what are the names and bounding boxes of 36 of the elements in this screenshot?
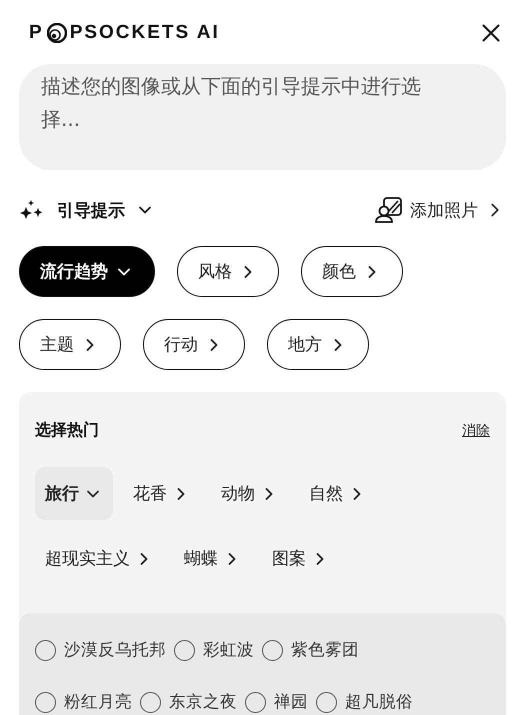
topic-tab[interactable]: 蝴蝶 bbox=[174, 532, 252, 585]
topic-option[interactable]: 粉红月亮 bbox=[35, 681, 132, 715]
topic-option[interactable]: 超凡脱俗 bbox=[316, 681, 413, 715]
category-chip[interactable]: 流行趋势 bbox=[19, 246, 155, 297]
radio-button[interactable] bbox=[316, 692, 337, 712]
topic-tab[interactable]: 花香 bbox=[123, 467, 201, 520]
topic-tab[interactable]: 图案 bbox=[262, 532, 340, 585]
topic-option[interactable]: 彩虹波 bbox=[174, 629, 254, 671]
radio-button[interactable] bbox=[140, 692, 161, 712]
logo-text: P bbox=[29, 22, 44, 44]
topic-tab[interactable]: 动物 bbox=[211, 467, 289, 520]
radio-button[interactable] bbox=[245, 692, 266, 712]
topic-tab[interactable]: 自然 bbox=[299, 467, 377, 520]
category-chip[interactable]: 地方 bbox=[267, 319, 369, 370]
clear-link[interactable]: 消除 bbox=[462, 422, 490, 440]
add-photo-button[interactable]: 添加照片 bbox=[374, 196, 506, 224]
radio-button[interactable] bbox=[174, 640, 195, 660]
category-chip[interactable]: 行动 bbox=[143, 319, 245, 370]
topic-option[interactable]: 禅园 bbox=[245, 681, 308, 715]
category-chip[interactable]: 主题 bbox=[19, 319, 121, 370]
topic-option[interactable]: 紫色雾团 bbox=[262, 629, 359, 671]
radio-button[interactable] bbox=[35, 640, 56, 660]
radio-button[interactable] bbox=[262, 640, 283, 660]
prompt-field[interactable]: 描述您的图像或从下面的引导提示中进行选择... bbox=[19, 64, 506, 170]
panel-title: 选择热门 bbox=[35, 420, 99, 441]
category-chip[interactable]: 风格 bbox=[177, 246, 279, 297]
logo-swirl-icon bbox=[46, 23, 67, 43]
topic-tab[interactable]: 超现实主义 bbox=[35, 532, 164, 585]
category-chip[interactable]: 颜色 bbox=[301, 246, 403, 297]
topic-option[interactable]: 沙漠反乌托邦 bbox=[35, 629, 166, 671]
guide-toggle[interactable]: 引导提示 bbox=[19, 198, 155, 222]
topic-tab[interactable]: 旅行 bbox=[35, 467, 113, 520]
topic-option[interactable]: 东京之夜 bbox=[140, 681, 237, 715]
add-photo-icon bbox=[374, 196, 404, 224]
radio-button[interactable] bbox=[35, 692, 56, 712]
logo-text: PSOCKETS AI bbox=[70, 22, 220, 44]
